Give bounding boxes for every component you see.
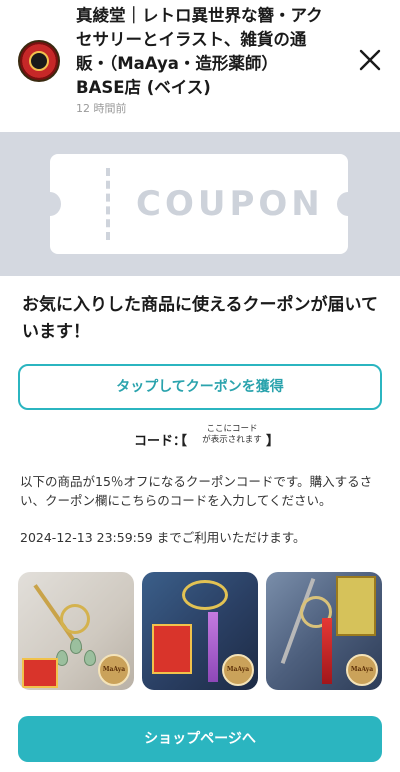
shop-page-button[interactable]: ショップページへ xyxy=(18,716,382,762)
coupon-expiry: 2024-12-13 23:59:59 までご利用いただけます。 xyxy=(20,530,306,545)
ornament-lace xyxy=(60,604,90,634)
shop-name: 真綾堂｜レトロ異世界な簪・アクセサリーとイラスト、雑貨の通販・（MaAya・造形… xyxy=(76,6,323,97)
code-bracket-open: 【 xyxy=(174,434,188,449)
ticket-text: COUPON xyxy=(136,184,324,224)
product-image-1[interactable]: MaAya xyxy=(18,572,134,690)
coupon-banner: COUPON xyxy=(0,132,400,276)
tassel xyxy=(322,618,332,684)
code-placeholder: ここにコード が表示されます xyxy=(202,424,262,445)
product-carousel: MaAya MaAya MaAya xyxy=(18,572,382,690)
coupon-message: お気に入りした商品に使えるクーポンが届いています！ xyxy=(22,295,378,342)
coupon-description: 以下の商品が15％オフになるクーポンコードです。購入するさい、クーポン欄にこちら… xyxy=(20,474,373,508)
product-image-3[interactable]: MaAya xyxy=(266,572,382,690)
product-card xyxy=(336,576,376,636)
coupon-code-row: コード： 【 ここにコード が表示されます 】 xyxy=(0,424,400,454)
maaya-badge: MaAya xyxy=(346,654,378,686)
notification-header: 真綾堂｜レトロ異世界な簪・アクセサリーとイラスト、雑貨の通販・（MaAya・造形… xyxy=(0,0,400,132)
maaya-badge: MaAya xyxy=(98,654,130,686)
product-image-2[interactable]: MaAya xyxy=(142,572,258,690)
close-icon xyxy=(359,49,381,71)
tassel xyxy=(208,612,218,682)
coupon-ticket-graphic: COUPON xyxy=(39,154,359,254)
code-bracket-close: 】 xyxy=(266,434,280,449)
ornament-lace xyxy=(182,580,228,610)
ticket-perforation xyxy=(106,168,110,240)
ticket-notch-left xyxy=(39,192,61,216)
product-card xyxy=(152,624,192,674)
maaya-badge: MaAya xyxy=(222,654,254,686)
product-card xyxy=(22,658,58,688)
logo-emblem xyxy=(29,51,49,71)
shop-logo-icon xyxy=(18,40,60,82)
get-coupon-button[interactable]: タップしてクーポンを獲得 xyxy=(18,364,382,410)
ornament-drop xyxy=(84,650,96,666)
timestamp: 12 時間前 xyxy=(76,102,127,115)
ticket-notch-right xyxy=(337,192,359,216)
close-button[interactable] xyxy=(352,42,388,78)
ornament-drop xyxy=(70,638,82,654)
